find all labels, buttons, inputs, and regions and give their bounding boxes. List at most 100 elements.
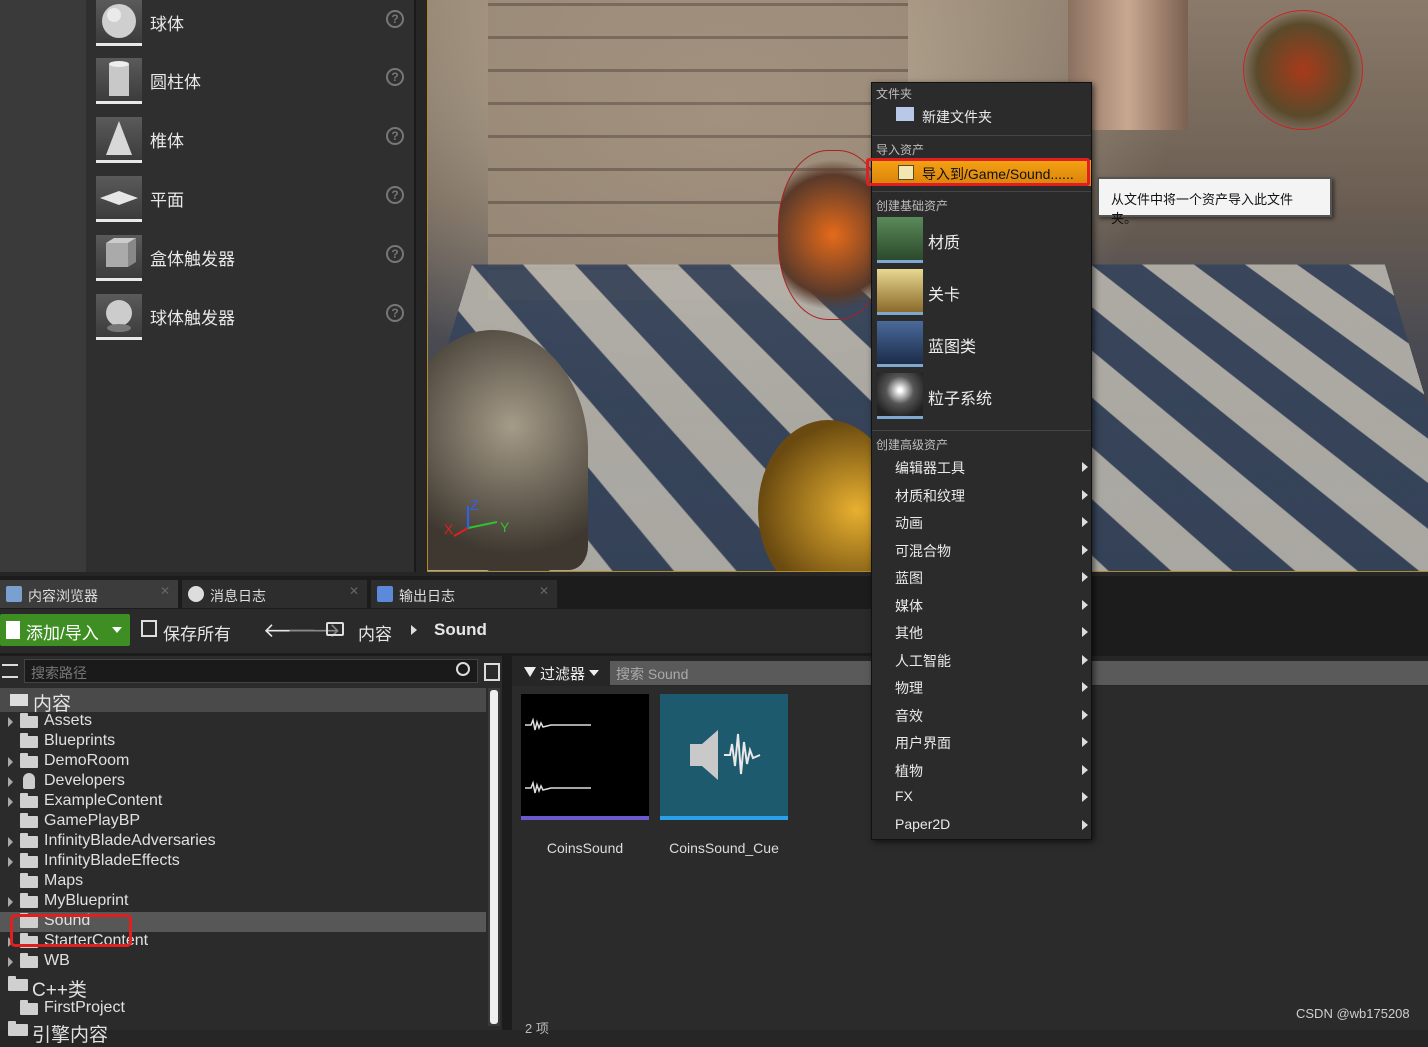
message-log-icon [188, 586, 204, 602]
expand-arrow-icon[interactable] [8, 717, 13, 727]
tab-output-log[interactable]: 输出日志 ✕ [371, 580, 557, 608]
tab-label: 消息日志 [210, 586, 266, 606]
folder-icon [20, 876, 38, 888]
chevron-down-icon [589, 670, 599, 676]
menu-item-user-interface[interactable]: 用户界面 [872, 729, 1091, 755]
menu-item-label: FX [895, 788, 913, 804]
close-icon[interactable]: ✕ [160, 584, 170, 598]
place-item-label: 球体 [150, 10, 184, 35]
menu-item-editor-tools[interactable]: 编辑器工具 [872, 454, 1091, 480]
breadcrumb-separator-icon[interactable] [411, 625, 417, 635]
search-icon[interactable] [456, 662, 470, 676]
breadcrumb-current[interactable]: Sound [434, 620, 487, 640]
menu-item-material[interactable]: 材质 [876, 217, 1091, 265]
folder-label: Developers [44, 772, 125, 790]
add-import-button[interactable]: 添加/导入 [0, 614, 130, 646]
close-icon[interactable]: ✕ [349, 584, 359, 598]
close-icon[interactable]: ✕ [539, 584, 549, 598]
tree-folder-blueprints[interactable]: Blueprints [20, 732, 480, 752]
sound-folder-highlight-box [10, 914, 132, 947]
collapse-tree-icon[interactable] [2, 664, 18, 678]
menu-item-fx[interactable]: FX [872, 784, 1091, 810]
submenu-arrow-icon [1082, 572, 1088, 582]
place-item-cylinder[interactable]: 圆柱体 ? [96, 58, 408, 106]
spiked-creature-actor[interactable] [1243, 10, 1363, 130]
menu-item-particle-system[interactable]: 粒子系统 [876, 373, 1091, 421]
asset-tile-coinssound[interactable] [521, 694, 649, 822]
place-item-sphere[interactable]: 球体 ? [96, 0, 408, 48]
filter-button[interactable]: 过滤器 [522, 662, 602, 684]
tree-folder-demoroom[interactable]: DemoRoom [20, 752, 480, 772]
tree-folder-examplecontent[interactable]: ExampleContent [20, 792, 480, 812]
submenu-arrow-icon [1082, 517, 1088, 527]
tree-search-input[interactable]: 搜索路径 [24, 659, 478, 683]
tree-folder-assets[interactable]: Assets [20, 712, 480, 732]
section-import-header: 导入资产 [876, 141, 924, 158]
place-item-plane[interactable]: 平面 ? [96, 176, 408, 224]
asset-tile-coinssound-cue[interactable] [660, 694, 788, 822]
help-icon[interactable]: ? [386, 186, 404, 204]
tree-folder-wb[interactable]: WB [20, 952, 480, 972]
new-file-icon [6, 621, 20, 639]
save-icon[interactable] [141, 620, 157, 637]
help-icon[interactable]: ? [386, 10, 404, 28]
place-item-cone[interactable]: 椎体 ? [96, 117, 408, 165]
expand-arrow-icon[interactable] [8, 857, 13, 867]
menu-item-misc[interactable]: 其他 [872, 619, 1091, 645]
menu-item-foliage[interactable]: 植物 [872, 757, 1091, 783]
menu-item-new-folder[interactable]: 新建文件夹 [872, 103, 1091, 129]
expand-arrow-icon[interactable] [8, 957, 13, 967]
expand-arrow-icon[interactable] [8, 837, 13, 847]
filter-icon [524, 667, 536, 677]
tree-folder-infinitybladeeffects[interactable]: InfinityBladeEffects [20, 852, 480, 872]
tree-folder-myblueprint[interactable]: MyBlueprint [20, 892, 480, 912]
submenu-arrow-icon [1082, 462, 1088, 472]
place-item-sphere-trigger[interactable]: 球体触发器 ? [96, 294, 408, 342]
menu-item-materials-textures[interactable]: 材质和纹理 [872, 482, 1091, 508]
menu-item-level[interactable]: 关卡 [876, 269, 1091, 317]
menu-item-blendables[interactable]: 可混合物 [872, 537, 1091, 563]
menu-item-blueprint-class[interactable]: 蓝图类 [876, 321, 1091, 369]
menu-item-paper2d[interactable]: Paper2D [872, 812, 1091, 838]
tab-content-browser[interactable]: 内容浏览器 ✕ [0, 580, 178, 608]
tab-message-log[interactable]: 消息日志 ✕ [182, 580, 367, 608]
cpp-folder-icon [20, 1003, 38, 1015]
menu-item-label: 媒体 [895, 596, 923, 616]
chevron-down-icon [112, 627, 122, 633]
axis-gizmo: X Y Z [442, 498, 512, 542]
add-import-label: 添加/导入 [26, 619, 99, 644]
tree-folder-maps[interactable]: Maps [20, 872, 480, 892]
tree-folder-firstproject[interactable]: FirstProject [20, 999, 480, 1019]
tree-root-content[interactable]: 内容 [0, 688, 486, 712]
tree-root-cpp[interactable]: C++类 [8, 975, 478, 999]
expand-arrow-icon[interactable] [8, 757, 13, 767]
expand-arrow-icon[interactable] [8, 777, 13, 787]
menu-item-animation[interactable]: 动画 [872, 509, 1091, 535]
help-icon[interactable]: ? [386, 304, 404, 322]
help-icon[interactable]: ? [386, 245, 404, 263]
help-icon[interactable]: ? [386, 127, 404, 145]
view-options-icon[interactable] [484, 663, 500, 681]
menu-item-blueprints[interactable]: 蓝图 [872, 564, 1091, 590]
help-icon[interactable]: ? [386, 68, 404, 86]
submenu-arrow-icon [1082, 545, 1088, 555]
expand-arrow-icon[interactable] [8, 797, 13, 807]
tree-folder-infinitybladeadversaries[interactable]: InfinityBladeAdversaries [20, 832, 480, 852]
output-log-icon [377, 586, 393, 602]
menu-item-media[interactable]: 媒体 [872, 592, 1091, 618]
tree-root-engine[interactable]: 引擎内容 [8, 1020, 478, 1044]
tree-folder-developers[interactable]: Developers [20, 772, 480, 792]
folder-label: MyBlueprint [44, 892, 128, 910]
menu-item-label: Paper2D [895, 816, 950, 832]
menu-item-sounds[interactable]: 音效 [872, 702, 1091, 728]
save-all-button[interactable]: 保存所有 [163, 620, 231, 645]
submenu-arrow-icon [1082, 655, 1088, 665]
expand-arrow-icon[interactable] [8, 897, 13, 907]
menu-item-ai[interactable]: 人工智能 [872, 647, 1091, 673]
tree-scrollbar-thumb[interactable] [490, 690, 498, 1024]
item-count: 2 项 [525, 1018, 549, 1037]
breadcrumb-root[interactable]: 内容 [358, 620, 392, 645]
tree-folder-gameplaybp[interactable]: GamePlayBP [20, 812, 480, 832]
place-item-box-trigger[interactable]: 盒体触发器 ? [96, 235, 408, 283]
menu-item-physics[interactable]: 物理 [872, 674, 1091, 700]
